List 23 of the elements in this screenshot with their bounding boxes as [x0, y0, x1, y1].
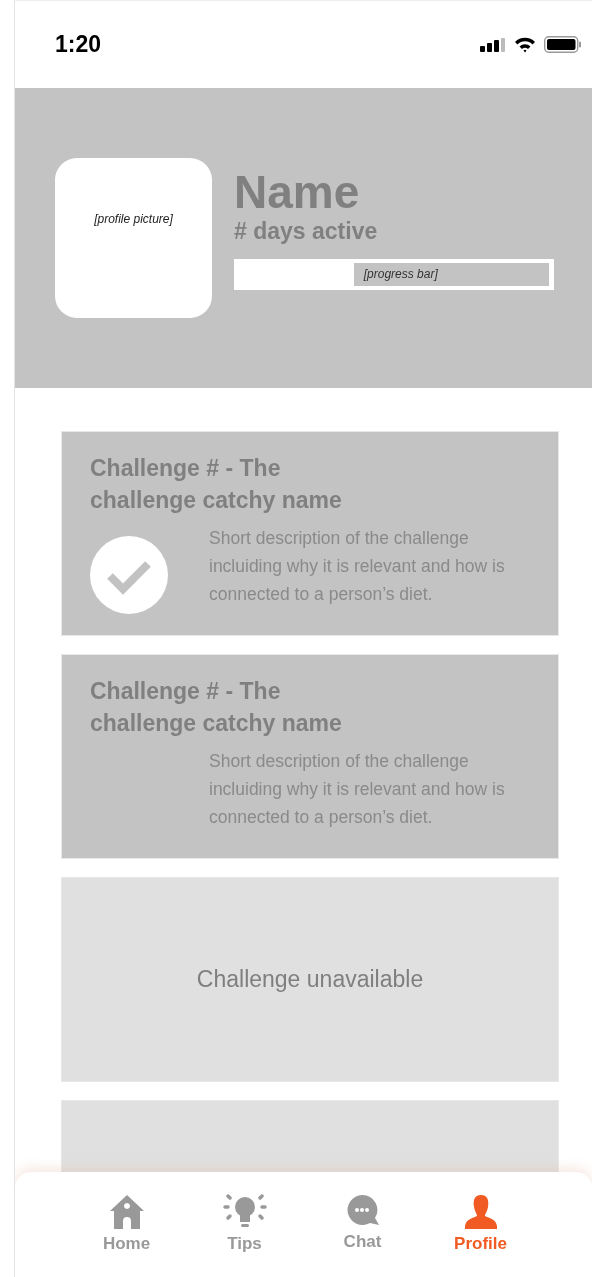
challenge-title: Challenge # - The challenge catchy name — [90, 677, 343, 738]
signal-icon — [480, 37, 506, 52]
challenge-card[interactable]: Challenge # - The challenge catchy name Short description of the challenge incluiding why it is relevant and how is connected to a person’s diet. — [61, 431, 559, 636]
challenge-description: Short description of the challenge incluiding why it is relevant and how is connected to a person’s diet. — [209, 750, 506, 829]
tab-button[interactable]: Home — [82, 1194, 171, 1268]
person-icon — [462, 1194, 499, 1230]
challenge-title: Challenge # - The challenge catchy name — [90, 454, 343, 515]
profile-name: Name — [234, 166, 361, 217]
chat-icon — [345, 1194, 380, 1228]
tab-button[interactable]: Chat — [318, 1194, 407, 1268]
unavailable-text: Challenge unavailable — [196, 966, 424, 993]
tab-button[interactable]: Tips — [200, 1194, 289, 1268]
tab-button[interactable]: Profile — [436, 1194, 525, 1268]
lightbulb-icon — [222, 1194, 267, 1230]
battery-icon — [544, 36, 582, 53]
picture-label: [profile picture] — [94, 212, 173, 228]
status-time: 1:20 — [55, 31, 102, 58]
challenge-card[interactable]: Challenge # - The challenge catchy name Short description of the challenge incluiding why it is relevant and how is connected to a person’s diet. — [61, 654, 559, 859]
days-active: # days active — [234, 216, 379, 245]
progress-label: [progress bar] — [363, 267, 438, 281]
wifi-icon — [514, 36, 536, 53]
challenge-description: Short description of the challenge incluiding why it is relevant and how is connected to a person’s diet. — [209, 527, 506, 606]
home-icon — [108, 1194, 145, 1230]
